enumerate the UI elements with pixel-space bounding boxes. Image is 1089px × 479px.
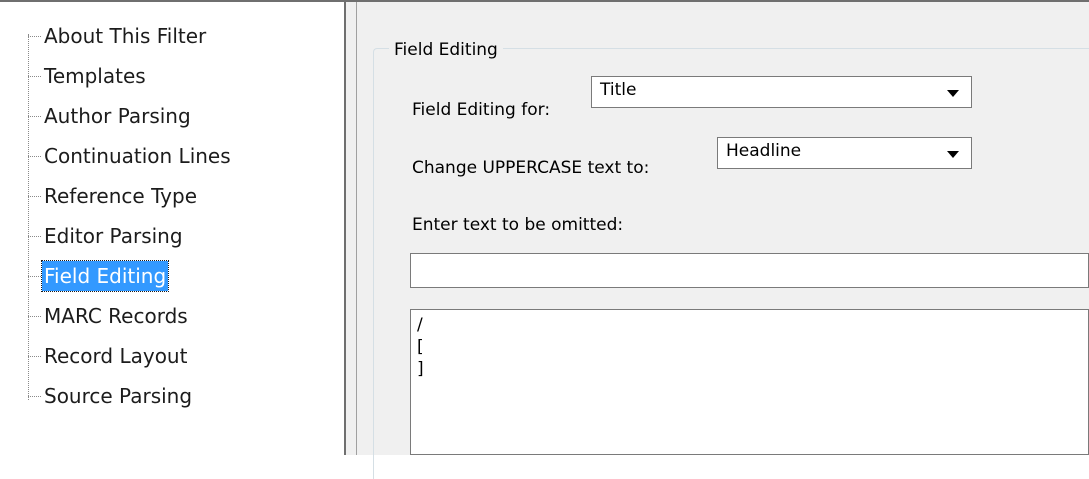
tree-item-editor-parsing[interactable]: Editor Parsing — [28, 216, 185, 256]
uppercase-dropdown[interactable]: Headline — [717, 137, 972, 169]
tree-item-label: Continuation Lines — [44, 144, 231, 168]
field-editing-for-dropdown[interactable]: Title — [591, 76, 972, 108]
tree-item-source-parsing[interactable]: Source Parsing — [28, 376, 194, 416]
tree-connector — [28, 155, 41, 157]
field-editing-for-label: Field Editing for: — [412, 100, 551, 120]
omitted-text-item[interactable]: [ — [411, 336, 1088, 358]
tree-item-continuation-lines[interactable]: Continuation Lines — [28, 136, 233, 176]
uppercase-value: Headline — [726, 141, 802, 161]
tree-connector — [28, 75, 41, 77]
omit-text-label: Enter text to be omitted: — [412, 215, 624, 235]
field-editing-for-value: Title — [600, 80, 637, 100]
tree-item-record-layout[interactable]: Record Layout — [28, 336, 189, 376]
omitted-text-item[interactable]: / — [411, 310, 1088, 336]
tree-item-label: Field Editing — [40, 260, 170, 292]
tree-connector — [28, 315, 41, 317]
omitted-text-item[interactable]: ] — [411, 358, 1088, 380]
omitted-text-list[interactable]: / [ ] — [410, 309, 1089, 455]
tree-item-marc-records[interactable]: MARC Records — [28, 296, 190, 336]
tree-item-templates[interactable]: Templates — [28, 56, 148, 96]
tree-connector — [28, 275, 41, 277]
uppercase-label: Change UPPERCASE text to: — [412, 158, 650, 178]
tree-item-author-parsing[interactable]: Author Parsing — [28, 96, 193, 136]
omit-text-input[interactable] — [410, 253, 1089, 288]
tree-connector — [28, 195, 41, 197]
tree-item-label: About This Filter — [44, 24, 207, 48]
tree-connector — [28, 115, 41, 117]
tree-item-label: Author Parsing — [44, 104, 191, 128]
dropdown-arrow-icon — [947, 151, 959, 158]
tree-connector — [28, 35, 41, 37]
tree-item-label: Reference Type — [44, 184, 198, 208]
tree-item-label: MARC Records — [44, 304, 188, 328]
splitter-handle[interactable] — [346, 2, 356, 455]
tree-item-reference-type[interactable]: Reference Type — [28, 176, 199, 216]
tree-connector — [28, 395, 41, 397]
filter-settings-tree: About This Filter Templates Author Parsi… — [0, 2, 344, 455]
groupbox-title: Field Editing — [389, 40, 503, 60]
tree-item-about-this-filter[interactable]: About This Filter — [28, 16, 208, 56]
tree-item-label: Editor Parsing — [44, 224, 183, 248]
tree-connector — [28, 235, 41, 237]
tree-connector — [28, 355, 41, 357]
tree-item-label: Record Layout — [44, 344, 188, 368]
dropdown-arrow-icon — [947, 90, 959, 97]
tree-item-label: Source Parsing — [44, 384, 193, 408]
tree-item-field-editing[interactable]: Field Editing — [28, 256, 170, 296]
tree-item-label: Templates — [44, 64, 146, 88]
